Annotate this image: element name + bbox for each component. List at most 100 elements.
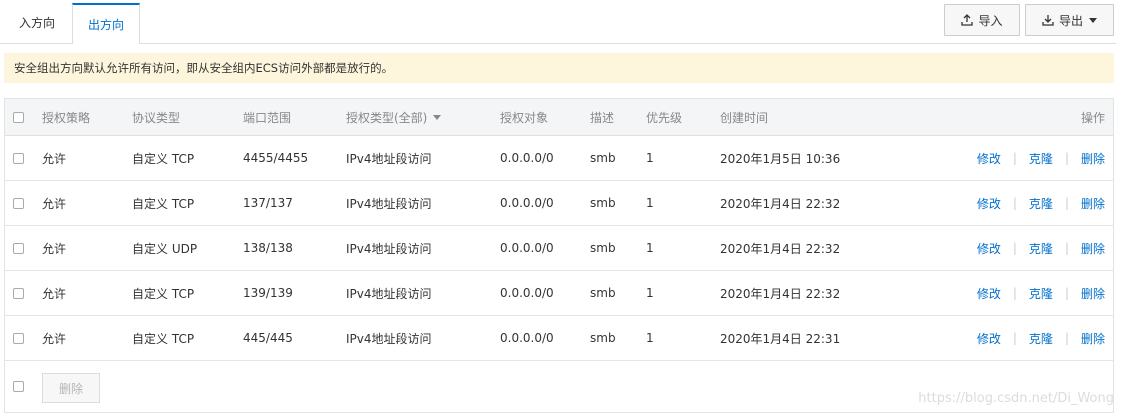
delete-link[interactable]: 删除 (1081, 150, 1105, 167)
cell-desc: smb (590, 151, 616, 165)
row-actions: 修改 | 克隆 | 删除 (977, 181, 1105, 225)
table-row: 允许 自定义 TCP 4455/4455 IPv4地址段访问 0.0.0.0/0… (5, 136, 1113, 181)
cell-auth-type: IPv4地址段访问 (346, 241, 432, 256)
cell-port: 139/139 (243, 286, 293, 300)
edit-link[interactable]: 修改 (977, 330, 1001, 347)
cell-policy: 允许 (42, 196, 67, 211)
rules-table: 授权策略 协议类型 端口范围 授权类型(全部) 授权对象 描述 优先级 创建时间… (4, 98, 1114, 413)
cell-desc: smb (590, 196, 616, 210)
cell-policy: 允许 (42, 331, 67, 346)
tab-divider (0, 43, 1116, 44)
header-policy: 授权策略 (42, 110, 91, 125)
cell-auth-type: IPv4地址段访问 (346, 286, 432, 301)
cell-object: 0.0.0.0/0 (500, 331, 554, 345)
cell-priority: 1 (646, 286, 654, 300)
table-body: 允许 自定义 TCP 4455/4455 IPv4地址段访问 0.0.0.0/0… (5, 136, 1113, 361)
clone-link[interactable]: 克隆 (1029, 285, 1053, 302)
edit-link[interactable]: 修改 (977, 285, 1001, 302)
row-actions: 修改 | 克隆 | 删除 (977, 316, 1105, 360)
tab-inbound[interactable]: 入方向 (4, 4, 70, 43)
batch-delete-button[interactable]: 删除 (42, 373, 100, 403)
import-button[interactable]: 导入 (944, 4, 1020, 36)
header-desc: 描述 (590, 110, 615, 125)
tab-outbound[interactable]: 出方向 (72, 3, 140, 44)
delete-link[interactable]: 删除 (1081, 285, 1105, 302)
export-button[interactable]: 导出 (1025, 4, 1114, 36)
edit-link[interactable]: 修改 (977, 150, 1001, 167)
cell-policy: 允许 (42, 151, 67, 166)
cell-created: 2020年1月4日 22:32 (720, 241, 841, 256)
cell-auth-type: IPv4地址段访问 (346, 331, 432, 346)
row-checkbox[interactable] (13, 287, 24, 299)
header-object: 授权对象 (500, 110, 549, 125)
cell-priority: 1 (646, 151, 654, 165)
table-row: 允许 自定义 TCP 139/139 IPv4地址段访问 0.0.0.0/0 s… (5, 271, 1113, 316)
header-actions: 操作 (1080, 110, 1105, 125)
select-all-checkbox[interactable] (13, 111, 24, 123)
download-icon (1042, 14, 1054, 26)
action-separator: | (1012, 331, 1017, 345)
cell-desc: smb (590, 286, 616, 300)
delete-link[interactable]: 删除 (1081, 195, 1105, 212)
cell-port: 445/445 (243, 331, 293, 345)
table-row: 允许 自定义 TCP 445/445 IPv4地址段访问 0.0.0.0/0 s… (5, 316, 1113, 361)
clone-link[interactable]: 克隆 (1029, 150, 1053, 167)
header-protocol: 协议类型 (132, 110, 181, 125)
cell-priority: 1 (646, 331, 654, 345)
cell-created: 2020年1月5日 10:36 (720, 151, 841, 166)
cell-protocol: 自定义 TCP (132, 331, 195, 346)
table-row: 允许 自定义 TCP 137/137 IPv4地址段访问 0.0.0.0/0 s… (5, 181, 1113, 226)
delete-link[interactable]: 删除 (1081, 240, 1105, 257)
action-separator: | (1064, 151, 1069, 165)
action-separator: | (1012, 241, 1017, 255)
edit-link[interactable]: 修改 (977, 195, 1001, 212)
row-checkbox[interactable] (13, 197, 24, 209)
chevron-down-icon (1089, 17, 1097, 23)
cell-object: 0.0.0.0/0 (500, 286, 554, 300)
cell-priority: 1 (646, 196, 654, 210)
cell-created: 2020年1月4日 22:32 (720, 286, 841, 301)
header-created: 创建时间 (720, 110, 769, 125)
action-separator: | (1012, 196, 1017, 210)
cell-object: 0.0.0.0/0 (500, 196, 554, 210)
header-port: 端口范围 (243, 110, 292, 125)
header-auth-type: 授权类型(全部) (346, 110, 428, 125)
row-checkbox[interactable] (13, 242, 24, 254)
action-separator: | (1012, 286, 1017, 300)
cell-protocol: 自定义 TCP (132, 286, 195, 301)
cell-object: 0.0.0.0/0 (500, 151, 554, 165)
tab-bar: 入方向 出方向 导入 导出 (0, 0, 1122, 44)
cell-created: 2020年1月4日 22:32 (720, 196, 841, 211)
edit-link[interactable]: 修改 (977, 240, 1001, 257)
cell-priority: 1 (646, 241, 654, 255)
upload-icon (961, 14, 974, 26)
cell-port: 4455/4455 (243, 151, 309, 165)
row-checkbox[interactable] (13, 152, 24, 164)
cell-object: 0.0.0.0/0 (500, 241, 554, 255)
row-actions: 修改 | 克隆 | 删除 (977, 271, 1105, 315)
action-separator: | (1012, 151, 1017, 165)
clone-link[interactable]: 克隆 (1029, 195, 1053, 212)
cell-desc: smb (590, 241, 616, 255)
header-auth-type-filter[interactable]: 授权类型(全部) (346, 99, 442, 135)
cell-policy: 允许 (42, 286, 67, 301)
watermark: https://blog.csdn.net/Di_Wong (918, 391, 1114, 406)
action-separator: | (1064, 241, 1069, 255)
clone-link[interactable]: 克隆 (1029, 330, 1053, 347)
row-checkbox[interactable] (13, 332, 24, 344)
clone-link[interactable]: 克隆 (1029, 240, 1053, 257)
footer-select-all-checkbox[interactable] (13, 381, 24, 392)
action-separator: | (1064, 331, 1069, 345)
header-priority: 优先级 (646, 110, 683, 125)
cell-auth-type: IPv4地址段访问 (346, 196, 432, 211)
action-separator: | (1064, 286, 1069, 300)
import-label: 导入 (978, 13, 1003, 28)
info-notice: 安全组出方向默认允许所有访问，即从安全组内ECS访问外部都是放行的。 (4, 53, 1114, 83)
table-header: 授权策略 协议类型 端口范围 授权类型(全部) 授权对象 描述 优先级 创建时间… (5, 99, 1113, 136)
cell-desc: smb (590, 331, 616, 345)
cell-port: 138/138 (243, 241, 293, 255)
filter-caret-icon (433, 114, 442, 120)
table-row: 允许 自定义 UDP 138/138 IPv4地址段访问 0.0.0.0/0 s… (5, 226, 1113, 271)
delete-link[interactable]: 删除 (1081, 330, 1105, 347)
cell-protocol: 自定义 TCP (132, 151, 195, 166)
